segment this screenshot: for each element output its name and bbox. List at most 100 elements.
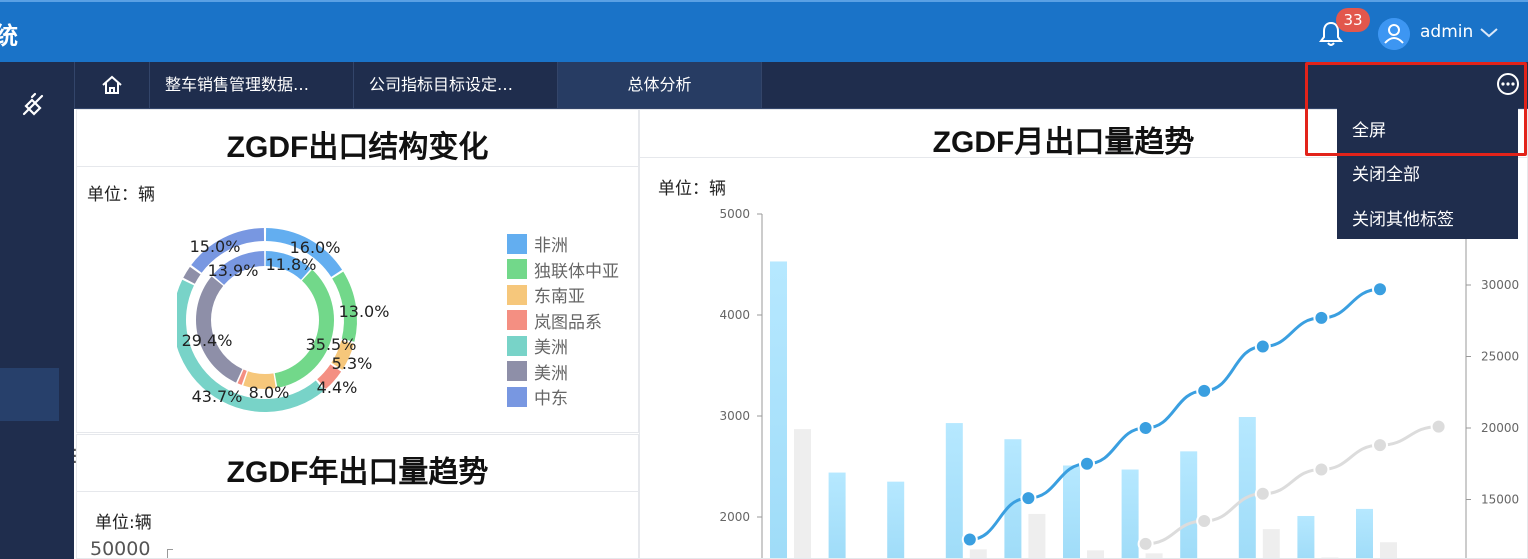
structure-panel: ZGDF出口结构变化 单位：辆 16.0% 13.0% 5.3% 4.4% 43.7% 1… [76, 109, 639, 433]
structure-divider [77, 166, 638, 167]
inner-label-5: 29.4% [182, 331, 233, 350]
series-secondary-point [1313, 461, 1330, 478]
outer-label-2: 5.3% [332, 354, 373, 373]
yearly-unit: 单位:辆 [95, 513, 152, 533]
outer-label-4: 43.7% [192, 387, 243, 406]
series-primary-point [1313, 309, 1330, 326]
left-tick-label: 5000 [719, 207, 750, 221]
tab-overall-analysis[interactable]: 总体分析 [558, 62, 762, 108]
bar-secondary [1028, 513, 1046, 558]
top-header: 统 33 admin [0, 0, 1528, 62]
app-title-fragment: 统 [0, 22, 18, 50]
legend-swatch [507, 259, 527, 280]
sidebar-active-item[interactable] [0, 368, 59, 421]
right-tick-label: 30000 [1481, 278, 1519, 292]
app-root: 统 33 admin 整车销售管理数据… 公司指标目标设定… 总体分析 ZGDF… [0, 0, 1528, 559]
yearly-title: ZGDF年出口量趋势 [226, 456, 489, 489]
inner-slice-5 [196, 276, 243, 383]
legend-swatch [507, 284, 527, 305]
bar-secondary [794, 429, 811, 558]
bar-secondary [1145, 553, 1163, 558]
right-tick-label: 25000 [1481, 350, 1519, 364]
bar-secondary [1262, 529, 1280, 558]
structure-legend: 非洲 独联体中亚 东南亚 岚图品系 美洲 美洲 中东 [507, 231, 619, 410]
bar-primary [828, 472, 846, 558]
bar-secondary [969, 549, 987, 558]
legend-item[interactable]: 美洲 [507, 359, 619, 385]
inner-label-1: 35.5% [306, 335, 357, 354]
legend-label: 美洲 [534, 338, 568, 359]
annotation-highlight-box [1305, 62, 1527, 156]
inner-slice-1 [274, 269, 335, 388]
series-secondary-point [1196, 512, 1213, 529]
left-tick-label: 4000 [719, 308, 750, 322]
home-icon [102, 75, 122, 94]
bar-primary [1356, 508, 1373, 558]
structure-unit: 单位：辆 [87, 185, 155, 205]
legend-label: 美洲 [534, 363, 568, 384]
legend-item[interactable]: 东南亚 [507, 282, 619, 308]
sidebar-collapse-icon[interactable] [18, 90, 48, 120]
series-secondary-point [1137, 535, 1154, 552]
legend-item[interactable]: 独联体中亚 [507, 257, 619, 283]
bar-primary [1238, 417, 1256, 558]
yearly-divider [77, 491, 638, 492]
bar-primary [1063, 465, 1080, 558]
notification-badge: 33 [1336, 8, 1370, 32]
legend-label: 岚图品系 [534, 312, 602, 333]
user-avatar-icon[interactable] [1378, 18, 1410, 50]
legend-swatch [507, 335, 527, 356]
series-secondary-point [1430, 418, 1447, 435]
legend-label: 东南亚 [534, 287, 585, 308]
menu-item-close-all[interactable]: 关闭全部 [1352, 160, 1420, 185]
tab-vehicle-sales-data[interactable]: 整车销售管理数据… [150, 62, 354, 108]
bar-primary [887, 481, 905, 558]
inner-label-6: 13.9% [208, 261, 259, 280]
bar-primary [770, 261, 787, 558]
structure-title: ZGDF出口结构变化 [226, 131, 489, 164]
outer-label-6: 15.0% [190, 237, 241, 256]
series-primary-point [1372, 281, 1388, 298]
legend-item[interactable]: 非洲 [507, 231, 619, 257]
yearly-axis-tick [167, 549, 173, 558]
structure-donut-chart: 16.0%13.0%5.3%4.4%43.7%15.0%11.8%35.5%8.… [177, 228, 390, 412]
bar-primary [945, 423, 963, 558]
monthly-combo-chart: 5000 4000 3000 2000 30000 25000 20000 15000 [719, 207, 1519, 558]
bar-secondary [1087, 550, 1104, 558]
series-primary-point [1020, 490, 1037, 507]
legend-label: 独联体中亚 [534, 261, 619, 282]
outer-label-1: 13.0% [339, 302, 390, 321]
inner-label-0: 11.8% [266, 255, 317, 274]
legend-label: 非洲 [534, 236, 568, 257]
tab-company-targets[interactable]: 公司指标目标设定… [354, 62, 558, 108]
right-tick-label: 15000 [1481, 493, 1519, 507]
left-tick-label: 2000 [719, 510, 750, 524]
right-tick-label: 20000 [1481, 421, 1519, 435]
yearly-panel: ZGDF年出口量趋势 单位:辆 50000 [76, 434, 639, 559]
series-primary-point [1254, 338, 1271, 355]
legend-label: 中东 [534, 389, 568, 410]
username-label[interactable]: admin [1420, 22, 1473, 42]
series-secondary-point [1254, 485, 1271, 502]
chevron-down-icon[interactable] [1478, 24, 1500, 40]
legend-swatch [507, 310, 527, 331]
bar-primary [1297, 515, 1315, 558]
legend-swatch [507, 386, 527, 407]
legend-swatch [507, 361, 527, 382]
monthly-unit: 单位：辆 [658, 179, 726, 199]
series-secondary-point [1372, 437, 1388, 454]
tab-home[interactable] [74, 62, 150, 108]
yearly-y-tick: 50000 [90, 538, 151, 559]
outer-label-3: 4.4% [317, 378, 358, 397]
legend-item[interactable]: 美洲 [507, 333, 619, 359]
bar-primary [1121, 469, 1139, 558]
series-primary-point [961, 531, 978, 548]
sidebar [0, 62, 74, 559]
left-tick-label: 3000 [719, 409, 750, 423]
bar-primary [1180, 451, 1198, 558]
legend-swatch [507, 233, 527, 254]
menu-item-close-others[interactable]: 关闭其他标签 [1352, 205, 1454, 230]
legend-item[interactable]: 岚图品系 [507, 308, 619, 334]
bar-secondary [1380, 542, 1397, 558]
legend-item[interactable]: 中东 [507, 384, 619, 410]
